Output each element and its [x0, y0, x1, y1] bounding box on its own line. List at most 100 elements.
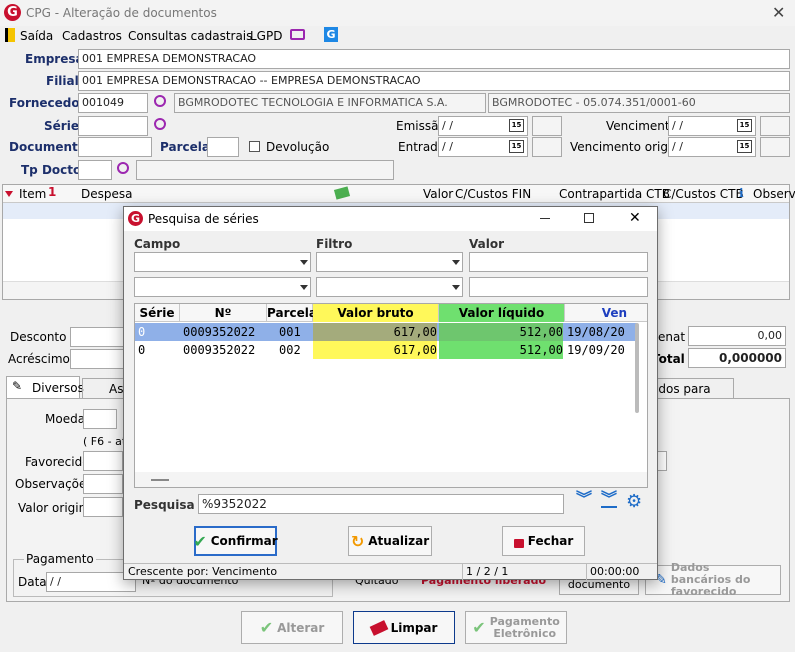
- observacoes-input[interactable]: [83, 474, 123, 494]
- fechar-button[interactable]: Fechar: [502, 526, 585, 556]
- favorecido-label: Favorecido: [25, 455, 90, 469]
- parcela-input[interactable]: [207, 137, 239, 157]
- calendar-icon[interactable]: 15: [737, 140, 752, 153]
- eraser-icon: [369, 619, 388, 636]
- filial-select[interactable]: 001 EMPRESA DEMONSTRACAO -- EMPRESA DEMO…: [78, 71, 790, 91]
- valor-input-2[interactable]: [469, 277, 648, 297]
- tab-fgts[interactable]: ados para FGTS: [648, 378, 734, 410]
- status-divider: [462, 564, 463, 580]
- grid-col-contrapartida[interactable]: Contrapartida CTB: [559, 187, 670, 201]
- parcela-label: Parcela: [160, 140, 210, 154]
- data-label: Data: [18, 575, 47, 589]
- grid-col-item[interactable]: Item: [19, 187, 46, 201]
- col-parcela[interactable]: Parcela: [267, 304, 317, 322]
- vencimento-extra: [760, 116, 790, 136]
- close-icon[interactable]: ✕: [772, 3, 785, 22]
- alterar-button[interactable]: ✔ Alterar: [241, 611, 343, 644]
- search-icon[interactable]: [154, 95, 166, 107]
- cell-parcela: 002: [279, 343, 301, 357]
- menu-bar: Saída Cadastros Consultas cadastrais LGP…: [0, 26, 795, 46]
- moeda-input[interactable]: [83, 409, 117, 429]
- limpar-label: Limpar: [390, 620, 438, 635]
- tab-ass[interactable]: Ass: [82, 378, 130, 398]
- empresa-select[interactable]: 001 EMPRESA DEMONSTRACAO: [78, 49, 790, 69]
- desconto-input[interactable]: [70, 327, 130, 347]
- filtro-label: Filtro: [316, 237, 353, 251]
- acrescimo-input[interactable]: [70, 349, 130, 369]
- monitor-icon[interactable]: [290, 29, 305, 40]
- documento-label: Documento: [9, 140, 87, 154]
- observacoes-label: Observações: [15, 477, 93, 491]
- venc-original-extra: [760, 137, 790, 157]
- tp-docto-input[interactable]: [78, 160, 112, 180]
- valor-input-1[interactable]: [469, 252, 648, 272]
- tab-diversos[interactable]: ✎ Diversos: [6, 376, 84, 398]
- g-logo-icon[interactable]: G: [324, 27, 338, 42]
- check-icon: ✔: [193, 531, 207, 551]
- sort-down-icon[interactable]: [5, 191, 13, 197]
- pesquisa-input[interactable]: %9352022: [198, 494, 564, 514]
- grid-col-despesa[interactable]: Despesa: [81, 187, 132, 201]
- grid-col-valor[interactable]: Valor: [423, 187, 453, 201]
- vertical-scrollbar[interactable]: [635, 323, 639, 413]
- menu-lgpd[interactable]: LGPD: [250, 29, 282, 43]
- col-n-documento[interactable]: Nº Documento: [180, 304, 267, 338]
- documento-input[interactable]: [78, 137, 152, 157]
- col-valor-liquido[interactable]: Valor líquido: [439, 304, 565, 322]
- search-icon[interactable]: [154, 118, 166, 130]
- total-value: 0,000000: [688, 348, 786, 368]
- menu-consultas-cadastrais[interactable]: Consultas cadastrais: [128, 29, 252, 43]
- table-row[interactable]: 0 0009352022 001 617,00 512,00 19/08/20: [135, 323, 637, 341]
- col-valor-bruto[interactable]: Valor bruto: [313, 304, 439, 322]
- app-logo-icon: G: [4, 4, 21, 21]
- menu-cadastros[interactable]: Cadastros: [62, 29, 122, 43]
- filial-label: Filial: [46, 74, 79, 88]
- calendar-icon[interactable]: 15: [509, 119, 524, 132]
- favorecido-right[interactable]: [657, 451, 667, 471]
- maximize-icon[interactable]: [584, 213, 594, 223]
- valor-original-input[interactable]: [83, 497, 123, 517]
- campo-select-1[interactable]: [134, 252, 311, 272]
- cell-documento: 0009352022: [183, 325, 256, 339]
- search-icon[interactable]: [117, 162, 129, 174]
- scroll-thumb[interactable]: [151, 479, 169, 481]
- campo-select-2[interactable]: [134, 277, 311, 297]
- col-vencimento[interactable]: Ven: [565, 304, 629, 322]
- fornecedor-cnpj: BGMRODOTEC - 05.074.351/0001-60: [488, 93, 790, 113]
- col-serie[interactable]: Série: [135, 304, 180, 322]
- serie-input[interactable]: [78, 116, 148, 136]
- limpar-button[interactable]: Limpar: [353, 611, 455, 644]
- menu-saida[interactable]: Saída: [20, 29, 53, 43]
- atualizar-label: Atualizar: [368, 534, 430, 548]
- horizontal-scrollbar[interactable]: [135, 472, 647, 487]
- status-pages: 1 / 2 / 1: [466, 565, 509, 578]
- vencimento-label: Vencimento: [606, 119, 677, 133]
- dialog-title-bar: G Pesquisa de séries ✕: [124, 207, 657, 231]
- chevrons-down-icon[interactable]: ︾: [576, 491, 592, 507]
- fornecedor-code-input[interactable]: 001049: [78, 93, 148, 113]
- cell-serie: 0: [138, 325, 146, 339]
- calendar-icon[interactable]: 15: [737, 119, 752, 132]
- devolucao-checkbox[interactable]: [249, 141, 260, 152]
- dialog-title: Pesquisa de séries: [148, 212, 259, 226]
- table-row[interactable]: 0 0009352022 002 617,00 512,00 19/09/20: [135, 341, 637, 359]
- cell-valor-bruto: 617,00: [313, 341, 437, 359]
- alterar-label: Alterar: [277, 620, 325, 635]
- filtro-select-2[interactable]: [316, 277, 463, 297]
- grid-col-custos-ctb[interactable]: C/Custos CTB: [663, 187, 744, 201]
- minimize-icon[interactable]: [540, 218, 550, 219]
- tp-docto-desc: [136, 160, 394, 180]
- grid-col-custos-fin[interactable]: C/Custos FIN: [455, 187, 531, 201]
- grid-col-observ[interactable]: Observ: [753, 187, 795, 201]
- close-icon[interactable]: ✕: [629, 210, 641, 226]
- confirmar-button[interactable]: ✔ Confirmar: [193, 526, 278, 556]
- filtro-select-1[interactable]: [316, 252, 463, 272]
- dados-bancarios-button[interactable]: ✎ Dados bancários do favorecido: [645, 562, 781, 598]
- favorecido-input[interactable]: [83, 451, 123, 471]
- calendar-icon[interactable]: 15: [509, 140, 524, 153]
- pagamento-eletronico-button[interactable]: ✔ Pagamento Eletrônico: [465, 611, 567, 644]
- chevrons-down-bar-icon[interactable]: ︾: [601, 491, 618, 508]
- status-order: Crescente por: Vencimento: [128, 565, 278, 578]
- gear-icon[interactable]: ⚙: [626, 492, 642, 512]
- atualizar-button[interactable]: ↻ Atualizar: [348, 526, 432, 556]
